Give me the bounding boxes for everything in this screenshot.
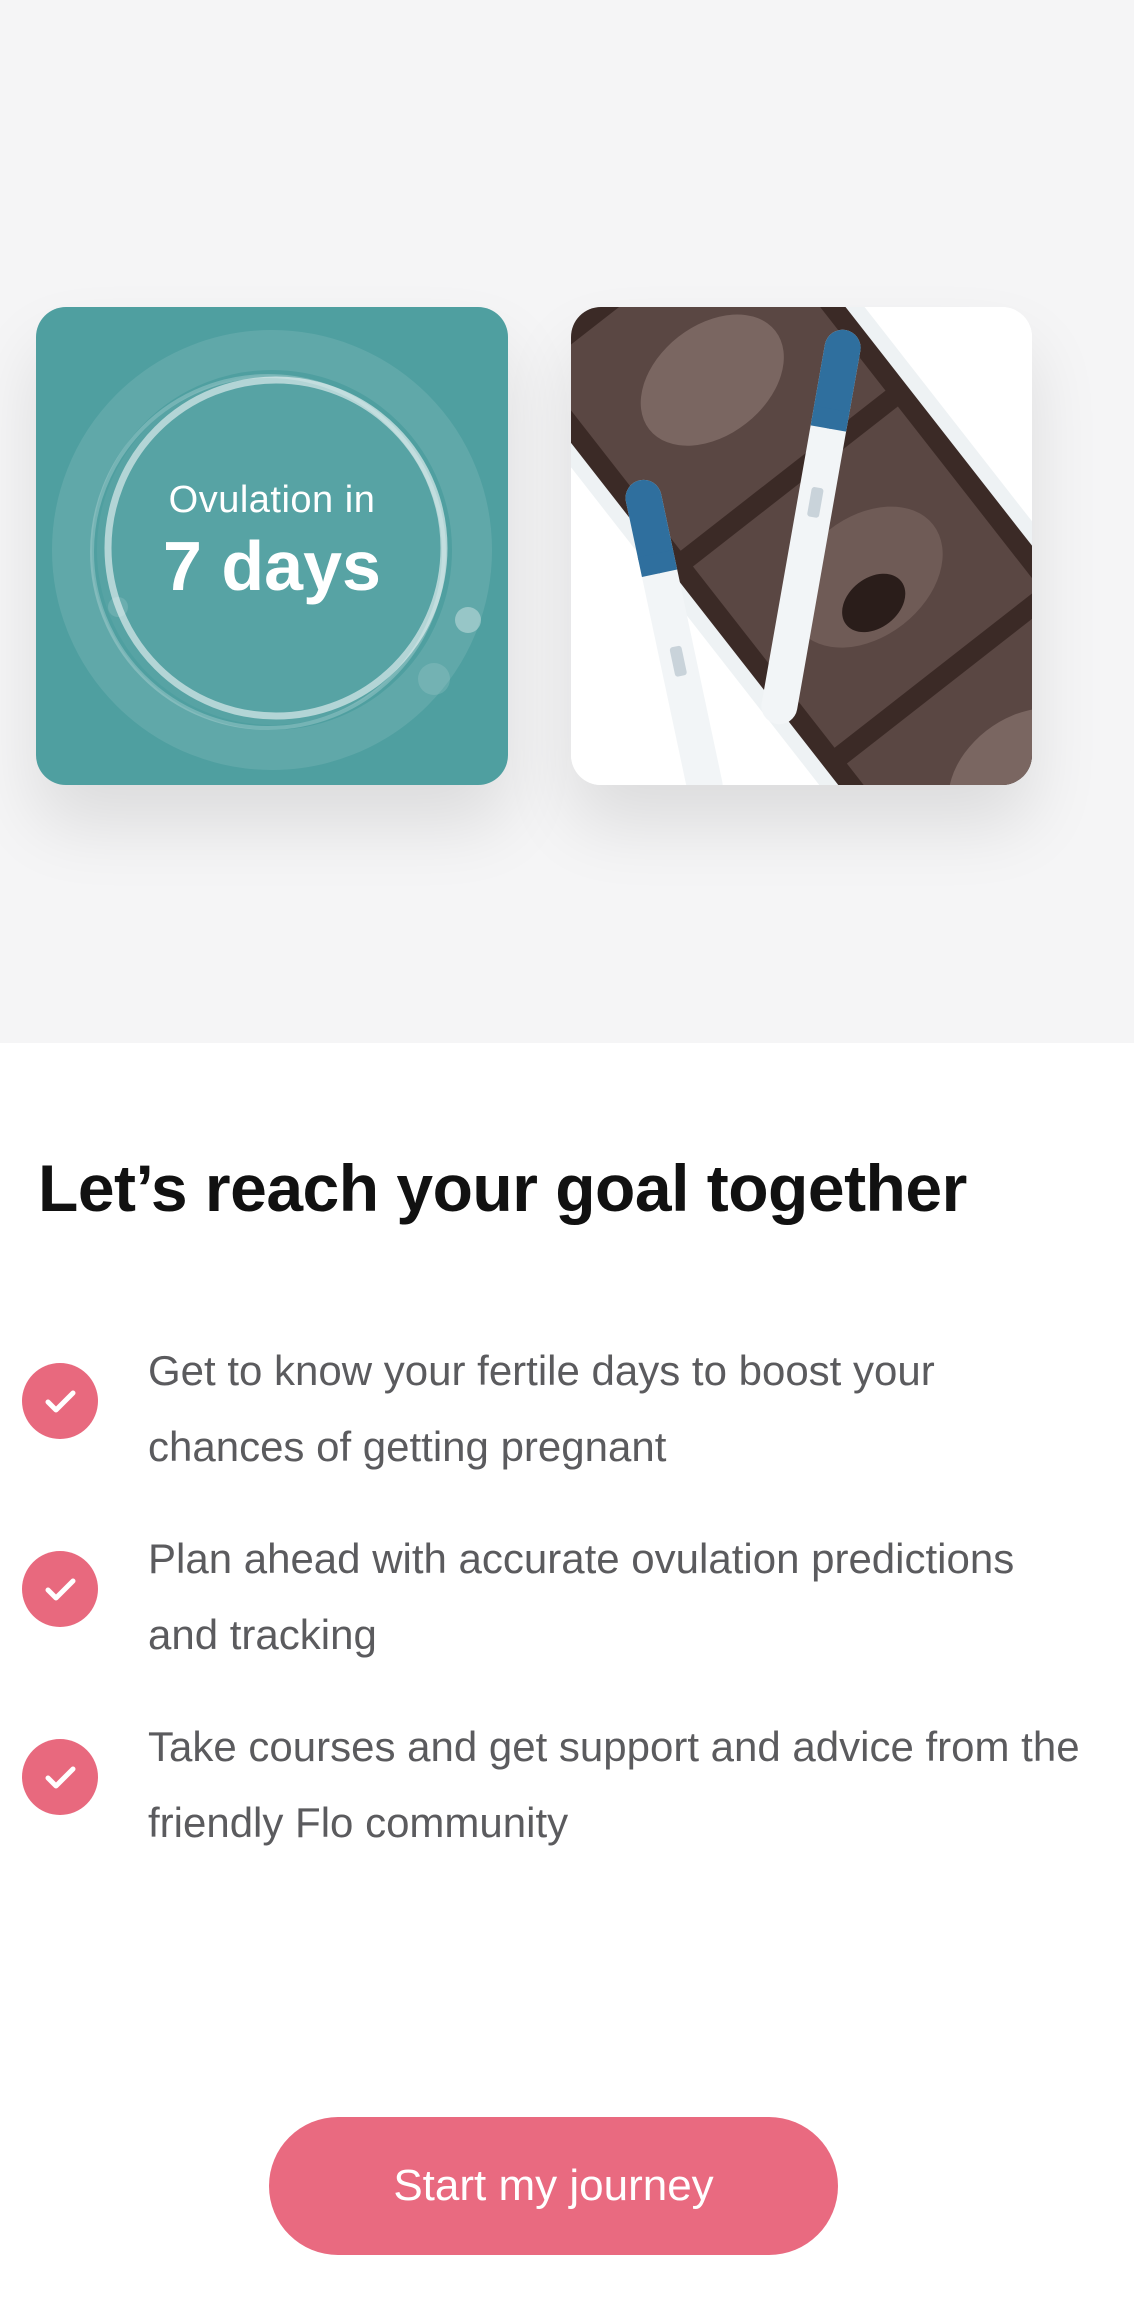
- page-heading: Let’s reach your goal together: [38, 1151, 967, 1225]
- benefits-list: Get to know your fertile days to boost y…: [0, 1333, 1134, 1897]
- benefit-text: Plan ahead with accurate ovulation predi…: [148, 1535, 1015, 1658]
- start-journey-button[interactable]: Start my journey: [269, 2117, 838, 2255]
- ovulation-card: Ovulation in 7 days: [36, 307, 508, 785]
- benefit-text: Take courses and get support and advice …: [148, 1723, 1080, 1846]
- ovulation-countdown: Ovulation in 7 days: [36, 479, 508, 606]
- ovulation-days-value: 7 days: [163, 527, 381, 605]
- ovulation-label: Ovulation in: [168, 479, 376, 521]
- benefit-item: Get to know your fertile days to boost y…: [0, 1333, 1134, 1521]
- fertility-photo-card: [571, 307, 1032, 785]
- onboarding-screen: Ovulation in 7 days Let’s reach your goa…: [0, 0, 1134, 2305]
- check-icon: [22, 1739, 98, 1815]
- benefit-text: Get to know your fertile days to boost y…: [148, 1347, 935, 1470]
- check-icon: [22, 1363, 98, 1439]
- benefit-item: Plan ahead with accurate ovulation predi…: [0, 1521, 1134, 1709]
- benefit-item: Take courses and get support and advice …: [0, 1709, 1134, 1897]
- check-icon: [22, 1551, 98, 1627]
- hero-section: Ovulation in 7 days: [0, 0, 1134, 1043]
- ovulation-tests-photo: [571, 307, 1032, 785]
